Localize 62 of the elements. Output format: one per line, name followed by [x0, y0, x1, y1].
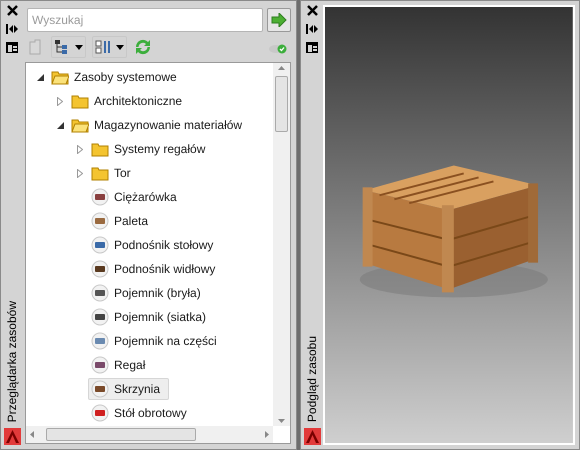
tree-item[interactable]: Skrzynia — [88, 378, 170, 400]
list-view-dropdown[interactable] — [92, 36, 127, 58]
scroll-thumb[interactable] — [275, 76, 288, 132]
vertical-scrollbar[interactable] — [273, 63, 290, 426]
palette-title: Podgląd zasobu — [304, 336, 320, 422]
asset-icon — [91, 212, 109, 230]
tree-item[interactable]: Ciężarówka — [88, 186, 186, 208]
asset-icon — [91, 188, 109, 206]
asset-icon — [91, 308, 109, 326]
tree-view-dropdown[interactable] — [51, 36, 86, 58]
asset-icon — [91, 236, 109, 254]
tree-item[interactable]: Stół obrotowy — [88, 402, 196, 424]
tree-item[interactable]: Magazynowanie materiałów — [68, 114, 252, 136]
logo-icon[interactable] — [304, 428, 321, 445]
tree-item[interactable]: Systemy regałów — [88, 138, 214, 160]
asset-icon — [91, 260, 109, 278]
folder-icon — [91, 141, 109, 157]
arrow-right-icon — [271, 13, 288, 27]
asset-icon — [91, 404, 109, 422]
asset-icon — [91, 284, 109, 302]
asset-icon — [91, 332, 109, 350]
scroll-up-icon[interactable] — [278, 66, 286, 70]
asset-icon — [91, 356, 109, 374]
folder-icon — [71, 93, 89, 109]
properties-icon[interactable] — [306, 42, 318, 53]
properties-icon[interactable] — [6, 42, 18, 53]
tree-item[interactable]: Regał — [88, 354, 154, 376]
folder-icon — [71, 117, 89, 133]
logo-icon[interactable] — [4, 428, 20, 445]
tree-item[interactable]: Pojemnik (bryła) — [88, 282, 210, 304]
close-icon[interactable] — [6, 5, 18, 16]
tree-item[interactable]: Tor — [88, 162, 140, 184]
collapsed-arrow-icon[interactable] — [57, 96, 63, 106]
refresh-icon[interactable] — [133, 37, 153, 57]
tree-item[interactable]: Pojemnik na części — [88, 330, 226, 352]
folder-icon — [91, 165, 109, 181]
search-go-button[interactable] — [267, 8, 292, 32]
expanded-arrow-icon[interactable] — [36, 74, 44, 80]
tree-item[interactable]: Architektoniczne — [68, 90, 192, 112]
close-icon[interactable] — [306, 5, 318, 16]
list-icon — [95, 39, 113, 55]
palette-title: Przeglądarka zasobów — [4, 300, 20, 422]
tree-item[interactable]: Podnośnik widłowy — [88, 258, 224, 280]
horizontal-scrollbar[interactable] — [26, 426, 274, 443]
collapsed-arrow-icon[interactable] — [77, 168, 83, 178]
caret-icon — [116, 44, 124, 50]
tree-item[interactable]: Zasoby systemowe — [48, 66, 186, 88]
search-field[interactable]: Wyszukaj — [27, 8, 264, 32]
tree-item[interactable]: Pojemnik (siatka) — [88, 306, 216, 328]
tree-item[interactable]: Paleta — [88, 210, 158, 232]
collapse-icon[interactable] — [306, 24, 318, 34]
scroll-down-icon[interactable] — [278, 419, 286, 423]
collapse-icon[interactable] — [6, 24, 18, 34]
collapsed-arrow-icon[interactable] — [77, 144, 83, 154]
scroll-thumb[interactable] — [46, 428, 196, 441]
asset-icon — [91, 380, 109, 398]
caret-icon — [75, 44, 83, 50]
folder-icon — [51, 69, 69, 85]
expanded-arrow-icon[interactable] — [56, 122, 64, 128]
scroll-right-icon[interactable] — [265, 431, 270, 438]
scroll-left-icon[interactable] — [30, 431, 34, 438]
tree-item[interactable]: Podnośnik stołowy — [88, 234, 222, 256]
